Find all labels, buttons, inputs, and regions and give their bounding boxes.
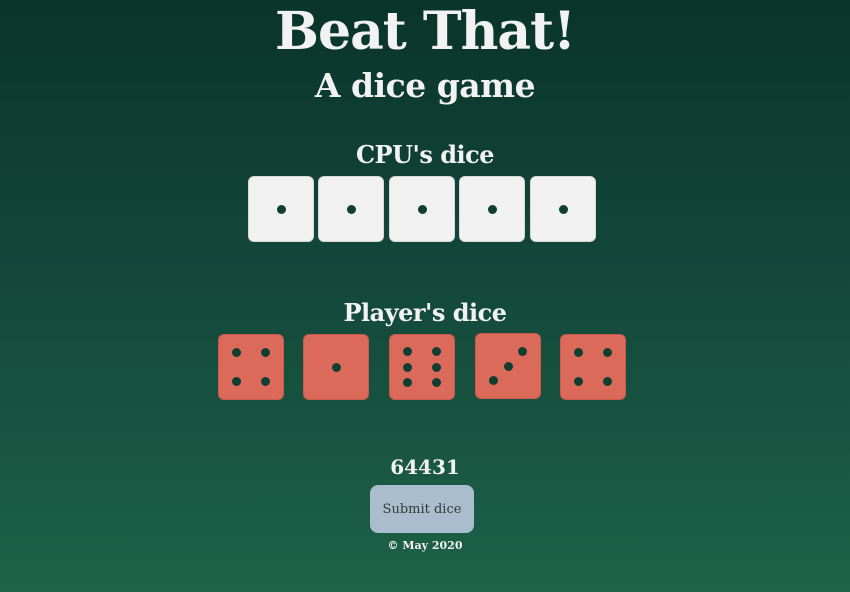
page-subtitle: A dice game xyxy=(314,66,536,105)
score-value: 64431 xyxy=(390,455,460,479)
die-pip xyxy=(574,376,584,386)
die-pip xyxy=(487,204,497,214)
die-pip xyxy=(232,348,242,358)
cpu-die xyxy=(530,176,596,242)
cpu-die xyxy=(318,176,384,242)
submit-dice-button[interactable]: Submit dice xyxy=(370,485,474,533)
die-pip xyxy=(260,348,270,358)
die-pip xyxy=(417,204,427,214)
die-pip xyxy=(503,361,513,371)
die-pip xyxy=(403,377,413,387)
die-pip xyxy=(403,362,413,372)
die-pip xyxy=(489,375,499,385)
cpu-die xyxy=(459,176,525,242)
die-pip xyxy=(602,348,612,358)
die-pip xyxy=(232,376,242,386)
cpu-dice-row xyxy=(0,174,850,244)
die-pip xyxy=(431,377,441,387)
die-pip xyxy=(558,204,568,214)
cpu-dice-label: CPU's dice xyxy=(355,140,495,169)
die-pip xyxy=(517,347,527,357)
die-pip xyxy=(574,348,584,358)
cpu-die xyxy=(389,176,455,242)
die-pip xyxy=(431,362,441,372)
player-dice-row xyxy=(0,332,850,402)
die-pip xyxy=(276,204,286,214)
die-pip xyxy=(602,376,612,386)
player-dice-label: Player's dice xyxy=(343,298,507,327)
copyright-footer: © May 2020 xyxy=(387,539,463,552)
cpu-die xyxy=(248,176,314,242)
player-die[interactable] xyxy=(303,334,369,400)
die-pip xyxy=(331,362,341,372)
player-die[interactable] xyxy=(475,333,541,399)
die-pip xyxy=(403,347,413,357)
player-die[interactable] xyxy=(389,334,455,400)
player-die[interactable] xyxy=(218,334,284,400)
player-die[interactable] xyxy=(560,334,626,400)
die-pip xyxy=(346,204,356,214)
page-title: Beat That! xyxy=(275,1,576,62)
die-pip xyxy=(431,347,441,357)
die-pip xyxy=(260,376,270,386)
